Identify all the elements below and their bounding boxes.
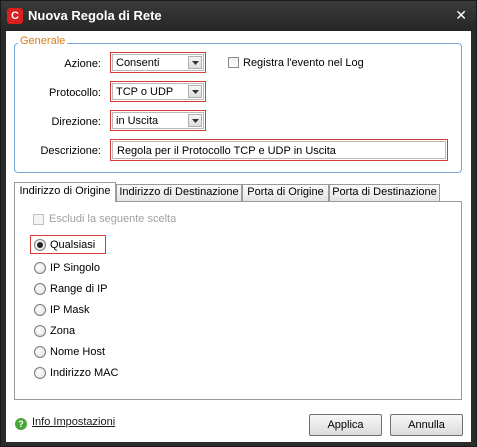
radio-mac-address-label: Indirizzo MAC bbox=[50, 367, 119, 379]
tab-source-port[interactable]: Porta di Origine bbox=[242, 184, 329, 201]
title-bar[interactable]: C Nuova Regola di Rete ✕ bbox=[1, 1, 476, 31]
description-label: Descrizione: bbox=[40, 145, 101, 157]
radio-zone-label: Zona bbox=[50, 325, 76, 337]
radio-single-ip-label: IP Singolo bbox=[50, 262, 100, 274]
dialog-window: C Nuova Regola di Rete ✕ Generale Azione… bbox=[0, 0, 477, 447]
radio-host-name[interactable] bbox=[34, 346, 46, 358]
description-highlight: Regola per il Protocollo TCP e UDP in Us… bbox=[110, 139, 448, 161]
radio-ip-range-label: Range di IP bbox=[50, 283, 108, 295]
tab-panel-source-address: Escludi la seguente scelta Qualsiasi IP … bbox=[14, 201, 462, 400]
log-event-checkbox[interactable] bbox=[228, 57, 239, 68]
radio-ip-range[interactable] bbox=[34, 283, 46, 295]
apply-button[interactable]: Applica bbox=[309, 414, 382, 436]
protocol-highlight: TCP o UDP bbox=[110, 81, 206, 102]
radio-host-name-label: Nome Host bbox=[50, 346, 106, 358]
tab-destination-port[interactable]: Porta di Destinazione bbox=[329, 184, 440, 201]
comodo-logo-icon: C bbox=[7, 8, 23, 24]
protocol-select[interactable]: TCP o UDP bbox=[112, 83, 204, 100]
protocol-value: TCP o UDP bbox=[116, 86, 174, 98]
radio-selected-dot bbox=[37, 242, 43, 248]
tab-source-address[interactable]: Indirizzo di Origine bbox=[14, 182, 116, 202]
direction-label: Direzione: bbox=[51, 116, 101, 128]
chevron-down-icon[interactable] bbox=[188, 114, 202, 127]
chevron-down-icon[interactable] bbox=[188, 85, 202, 98]
close-icon[interactable]: ✕ bbox=[455, 7, 467, 24]
exclude-label: Escludi la seguente scelta bbox=[49, 213, 177, 225]
help-icon[interactable]: ? bbox=[15, 418, 27, 430]
log-event-label: Registra l'evento nel Log bbox=[243, 57, 364, 69]
cancel-button[interactable]: Annulla bbox=[390, 414, 463, 436]
radio-mac-address[interactable] bbox=[34, 367, 46, 379]
radio-any-label: Qualsiasi bbox=[50, 239, 96, 251]
action-select[interactable]: Consenti bbox=[112, 54, 204, 71]
action-highlight: Consenti bbox=[110, 52, 206, 73]
window-title: Nuova Regola di Rete bbox=[28, 8, 162, 23]
radio-ip-mask[interactable] bbox=[34, 304, 46, 316]
chevron-down-icon[interactable] bbox=[188, 56, 202, 69]
action-value: Consenti bbox=[116, 57, 160, 69]
radio-zone[interactable] bbox=[34, 325, 46, 337]
general-legend: Generale bbox=[18, 35, 68, 47]
settings-info-link[interactable]: Info Impostazioni bbox=[32, 416, 115, 428]
direction-select[interactable]: in Uscita bbox=[112, 112, 204, 129]
tab-destination-address[interactable]: Indirizzo di Destinazione bbox=[116, 184, 242, 201]
direction-highlight: in Uscita bbox=[110, 110, 206, 131]
radio-ip-mask-label: IP Mask bbox=[50, 304, 90, 316]
action-label: Azione: bbox=[64, 58, 101, 70]
dialog-body: Generale Azione: Consenti Registra l'eve… bbox=[6, 31, 471, 442]
direction-value: in Uscita bbox=[116, 115, 159, 127]
radio-any[interactable] bbox=[34, 239, 46, 251]
radio-single-ip[interactable] bbox=[34, 262, 46, 274]
description-value: Regola per il Protocollo TCP e UDP in Us… bbox=[117, 145, 336, 157]
protocol-label: Protocollo: bbox=[49, 87, 101, 99]
exclude-checkbox[interactable] bbox=[33, 214, 44, 225]
description-input[interactable]: Regola per il Protocollo TCP e UDP in Us… bbox=[112, 141, 446, 159]
